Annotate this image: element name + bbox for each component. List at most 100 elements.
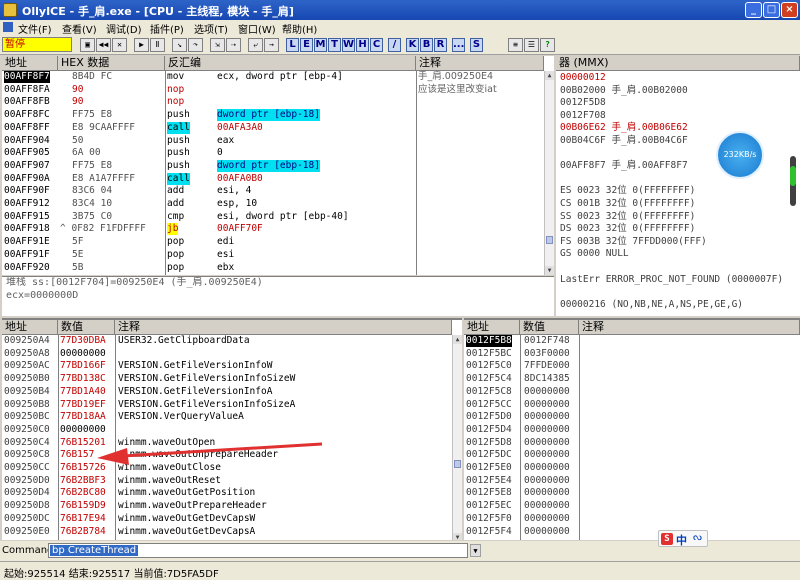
disasm-row[interactable]: 00AFF8FC FF75 E8 push dword ptr [ebp-18] — [2, 109, 544, 122]
register-line[interactable]: 0012F708 — [560, 110, 606, 122]
dump-row[interactable]: 009250A4 77D30DBA USER32.GetClipboardData — [2, 335, 452, 348]
stack-row[interactable]: 0012F5B8 0012F748 — [464, 335, 800, 348]
stack-header-comment[interactable]: 注释 — [579, 320, 800, 335]
disasm-header-disasm[interactable]: 反汇编 — [165, 56, 416, 71]
menu-help[interactable]: 帮助(H) — [282, 21, 317, 36]
help-icon[interactable]: ? — [540, 38, 555, 52]
menu-plugins[interactable]: 插件(P) — [150, 21, 184, 36]
close-icon[interactable]: ✕ — [112, 38, 127, 52]
dump-row[interactable]: 009250A8 00000000 — [2, 348, 452, 361]
registers-panel[interactable]: 器 (MMX) 00000012 00B02000 手_肩.00B02000 001… — [556, 56, 800, 316]
scroll-up-icon[interactable]: ▲ — [545, 71, 554, 80]
register-line[interactable]: DS 0023 32位 0(FFFFFFFF) — [560, 223, 695, 235]
stack-header-value[interactable]: 数值 — [520, 320, 579, 335]
dump-panel[interactable]: 地址 数值 注释 009250A4 77D30DBA USER32.GetClipb… — [2, 318, 462, 540]
register-line[interactable]: FS 003B 32位 7FFDD000(FFF) — [560, 236, 707, 248]
maximize-button[interactable]: □ — [763, 2, 780, 18]
register-line[interactable]: 00AFF8F7 手_肩.00AFF8F7 — [560, 160, 688, 172]
execute-till-return-icon[interactable]: ⤶ — [248, 38, 263, 52]
ime-mode[interactable]: 中 — [676, 532, 687, 548]
register-line[interactable]: SS 0023 32位 0(FFFFFFFF) — [560, 211, 695, 223]
stack-row[interactable]: 0012F5C0 7FFDE000 — [464, 360, 800, 373]
command-dropdown-icon[interactable]: ▼ — [470, 544, 481, 557]
command-input[interactable]: bp CreateThread — [48, 543, 468, 558]
disasm-row[interactable]: 00AFF8FA 90 nop 应该是这里改变iat — [2, 84, 544, 97]
memory-button[interactable]: M — [314, 38, 327, 52]
dump-row[interactable]: 009250D0 76B2BBF3 winmm.waveOutReset — [2, 475, 452, 488]
stack-row[interactable]: 0012F5F4 00000000 — [464, 526, 800, 539]
register-line[interactable]: 0012F5D8 — [560, 97, 606, 109]
stack-row[interactable]: 0012F5D8 00000000 — [464, 437, 800, 450]
ime-punct-icon[interactable]: ᔓ — [693, 532, 702, 543]
options-icon[interactable]: ☰ — [524, 38, 539, 52]
disasm-row[interactable]: 00AFF90A E8 A1A7FFFF call 00AFA0B0 — [2, 172, 544, 186]
log-window-button[interactable]: L — [286, 38, 299, 52]
menu-window[interactable]: 窗口(W) — [238, 21, 276, 36]
dump-header-comment[interactable]: 注释 — [115, 320, 452, 335]
disasm-row[interactable]: 00AFF907 FF75 E8 push dword ptr [ebp-18] — [2, 159, 544, 173]
register-line[interactable]: 00B02000 手_肩.00B02000 — [560, 85, 688, 97]
register-line[interactable]: 00000216 (NO,NB,NE,A,NS,PE,GE,G) — [560, 299, 743, 311]
disasm-row[interactable]: 00AFF8FB 90 nop — [2, 96, 544, 109]
register-line[interactable]: CS 001B 32位 0(FFFFFFFF) — [560, 198, 695, 210]
stack-panel[interactable]: 地址 数值 注释 0012F5B8 0012F748 0012F5BC 003F000… — [464, 318, 800, 540]
trace-into-icon[interactable]: ⇲ — [210, 38, 225, 52]
dump-row[interactable]: 009250C0 00000000 — [2, 424, 452, 437]
cpu-button[interactable]: C — [370, 38, 383, 52]
dump-row[interactable]: 009250B8 77BD19EF VERSION.GetFileVersionIn… — [2, 399, 452, 412]
registers-header[interactable]: 器 (MMX) — [556, 56, 800, 71]
stack-row[interactable]: 0012F5CC 00000000 — [464, 399, 800, 412]
disasm-row[interactable]: 00AFF91E 5F pop edi — [2, 236, 544, 249]
stack-row[interactable]: 0012F5E4 00000000 — [464, 475, 800, 488]
menu-options[interactable]: 选项(T) — [194, 21, 228, 36]
minimize-button[interactable]: _ — [745, 2, 762, 18]
disasm-row[interactable]: 00AFF920 5B pop ebx — [2, 262, 544, 275]
pause-icon[interactable]: Ⅱ — [150, 38, 165, 52]
disasm-row[interactable]: 00AFF915 3B75 C0 cmp esi, dword ptr [ebp-40… — [2, 211, 544, 224]
modules-button[interactable]: E — [300, 38, 313, 52]
scroll-down-icon[interactable]: ▼ — [545, 266, 554, 275]
references-button[interactable]: R — [434, 38, 447, 52]
ime-toolbar[interactable]: S 中 ᔓ — [658, 530, 708, 547]
disasm-row[interactable]: 00AFF912 83C4 10 add esp, 10 — [2, 198, 544, 211]
trace-over-icon[interactable]: ⇢ — [226, 38, 241, 52]
disasm-scrollbar[interactable]: ▲ ▼ — [544, 71, 554, 275]
menu-debug[interactable]: 调试(D) — [106, 21, 142, 36]
dump-row[interactable]: 009250D4 76B2BC80 winmm.waveOutGetPosition — [2, 487, 452, 500]
disasm-row[interactable]: 00AFF8F7 8B4D FC mov ecx, dword ptr [ebp-4]… — [2, 71, 544, 84]
list-icon[interactable]: ≡ — [508, 38, 523, 52]
step-over-icon[interactable]: ↷ — [188, 38, 203, 52]
stack-row[interactable]: 0012F5EC 00000000 — [464, 500, 800, 513]
run-trace-button[interactable]: ... — [452, 38, 465, 52]
stack-row[interactable]: 0012F5E8 00000000 — [464, 487, 800, 500]
disassembly-panel[interactable]: 地址 HEX 数据 反汇编 注释 00AFF8F7 8B4D FC mov ecx, … — [2, 56, 554, 275]
callstack-button[interactable]: K — [406, 38, 419, 52]
stack-row[interactable]: 0012F5F0 00000000 — [464, 513, 800, 526]
disasm-header-address[interactable]: 地址 — [2, 56, 58, 71]
threads-button[interactable]: T — [328, 38, 341, 52]
dump-row[interactable]: 009250B0 77BD138C VERSION.GetFileVersionIn… — [2, 373, 452, 386]
step-into-icon[interactable]: ↘ — [172, 38, 187, 52]
dump-row[interactable]: 009250D8 76B159D9 winmm.waveOutPrepareHead… — [2, 500, 452, 513]
dump-scrollbar[interactable]: ▲ ▼ — [452, 335, 462, 540]
menu-view[interactable]: 查看(V) — [62, 21, 97, 36]
breakpoints-button[interactable]: B — [420, 38, 433, 52]
close-button[interactable]: × — [781, 2, 798, 18]
dump-row[interactable]: 009250AC 77BD166F VERSION.GetFileVersionIn… — [2, 360, 452, 373]
open-icon[interactable]: ▣ — [80, 38, 95, 52]
patches-button[interactable]: / — [388, 38, 401, 52]
scroll-thumb[interactable] — [454, 460, 461, 468]
rewind-icon[interactable]: ◀◀ — [96, 38, 111, 52]
scroll-up-icon[interactable]: ▲ — [453, 335, 462, 344]
dump-row[interactable]: 009250E0 76B2B784 winmm.waveOutGetDevCapsA — [2, 526, 452, 539]
register-line[interactable]: LastErr ERROR_PROC_NOT_FOUND (0000007F) — [560, 274, 783, 286]
windows-button[interactable]: W — [342, 38, 355, 52]
dump-header-address[interactable]: 地址 — [2, 320, 58, 335]
disasm-row[interactable]: 00AFF91F 5E pop esi — [2, 249, 544, 262]
stack-row[interactable]: 0012F5DC 00000000 — [464, 449, 800, 462]
disasm-header-hex[interactable]: HEX 数据 — [58, 56, 165, 71]
run-icon[interactable]: ▶ — [134, 38, 149, 52]
scroll-down-icon[interactable]: ▼ — [453, 533, 462, 540]
register-line[interactable]: GS 0000 NULL — [560, 248, 629, 260]
stack-row[interactable]: 0012F5D4 00000000 — [464, 424, 800, 437]
